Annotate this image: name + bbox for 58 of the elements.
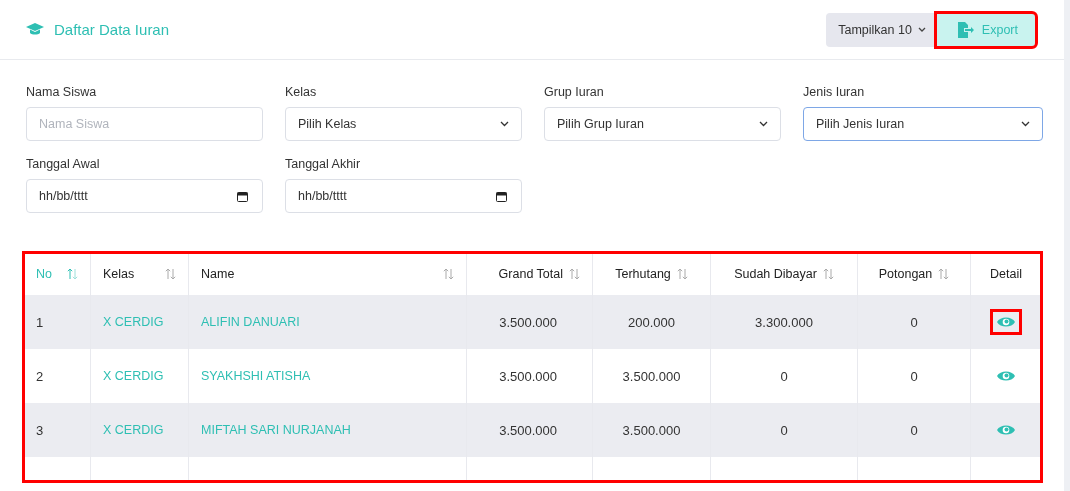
graduation-cap-icon — [26, 22, 44, 37]
table-cell: 2 — [36, 368, 44, 384]
sort-arrows-icon[interactable] — [165, 268, 176, 280]
table-cell: X CERDIG — [103, 369, 164, 383]
table-cell: 1 — [36, 314, 44, 330]
column-header[interactable]: Name — [201, 267, 235, 281]
select-dropdown[interactable]: Pilih Grup Iuran — [544, 107, 781, 141]
sort-arrows-icon[interactable] — [822, 268, 834, 280]
table-cell: 3.500.000 — [622, 422, 681, 438]
column-header[interactable]: Grand Total — [498, 267, 563, 281]
table-cell: 3.300.000 — [755, 314, 813, 330]
table-cell: SYAKHSHI ATISHA — [201, 369, 311, 383]
column-header[interactable]: Terhutang — [615, 267, 671, 281]
text-input-field[interactable]: Nama Siswa — [26, 107, 263, 141]
column-header[interactable]: Detail — [990, 267, 1022, 281]
table-cell: 0 — [910, 368, 918, 384]
sort-arrows-icon[interactable] — [676, 268, 688, 280]
filter-label: Tanggal Awal — [26, 157, 101, 171]
sort-arrows-icon[interactable] — [938, 268, 950, 280]
chevron-down-icon — [500, 121, 509, 127]
table-cell: 3.500.000 — [622, 368, 681, 384]
table-cell: MIFTAH SARI NURJANAH — [201, 423, 351, 437]
filter-label: Tanggal Akhir — [285, 157, 362, 171]
calendar-icon — [496, 190, 507, 202]
page-size-dropdown[interactable]: Tampilkan 10 — [826, 12, 936, 47]
date-input-field[interactable]: hh/bb/tttt — [285, 179, 522, 213]
chevron-down-icon — [1021, 121, 1030, 127]
select-dropdown[interactable]: Pilih Jenis Iuran — [803, 107, 1043, 141]
sort-arrows-icon[interactable] — [443, 268, 454, 280]
page-title: Daftar Data Iuran — [54, 21, 170, 38]
table-cell: 0 — [910, 314, 918, 330]
sort-arrows-icon[interactable] — [67, 268, 78, 280]
filter-label: Kelas — [285, 85, 318, 99]
sort-arrows-icon[interactable] — [569, 268, 580, 280]
eye-icon[interactable] — [990, 309, 1022, 335]
table-cell: 0 — [910, 422, 918, 438]
table-cell: 0 — [780, 422, 788, 438]
column-header[interactable]: Kelas — [103, 267, 135, 281]
date-input-field[interactable]: hh/bb/tttt — [26, 179, 263, 213]
table-cell: 3 — [36, 422, 44, 438]
column-header[interactable]: Sudah Dibayar — [734, 267, 817, 281]
table-cell: X CERDIG — [103, 315, 164, 329]
calendar-icon — [237, 190, 248, 202]
filter-label: Grup Iuran — [544, 85, 605, 99]
select-dropdown[interactable]: Pilih Kelas — [285, 107, 522, 141]
chevron-down-icon — [759, 121, 768, 127]
table-cell: 200.000 — [628, 314, 675, 330]
table-cell: 3.500.000 — [499, 422, 557, 438]
file-export-icon — [955, 20, 974, 39]
column-header[interactable]: Potongan — [878, 267, 933, 281]
chevron-down-icon — [917, 27, 926, 32]
table-cell: 3.500.000 — [499, 314, 557, 330]
filter-label: Jenis Iuran — [803, 85, 866, 99]
table-cell: X CERDIG — [103, 423, 164, 437]
filter-label: Nama Siswa — [26, 85, 98, 99]
table-cell: 3.500.000 — [499, 368, 557, 384]
table-cell: 0 — [780, 368, 788, 384]
table-cell: ALIFIN DANUARI — [201, 315, 300, 329]
